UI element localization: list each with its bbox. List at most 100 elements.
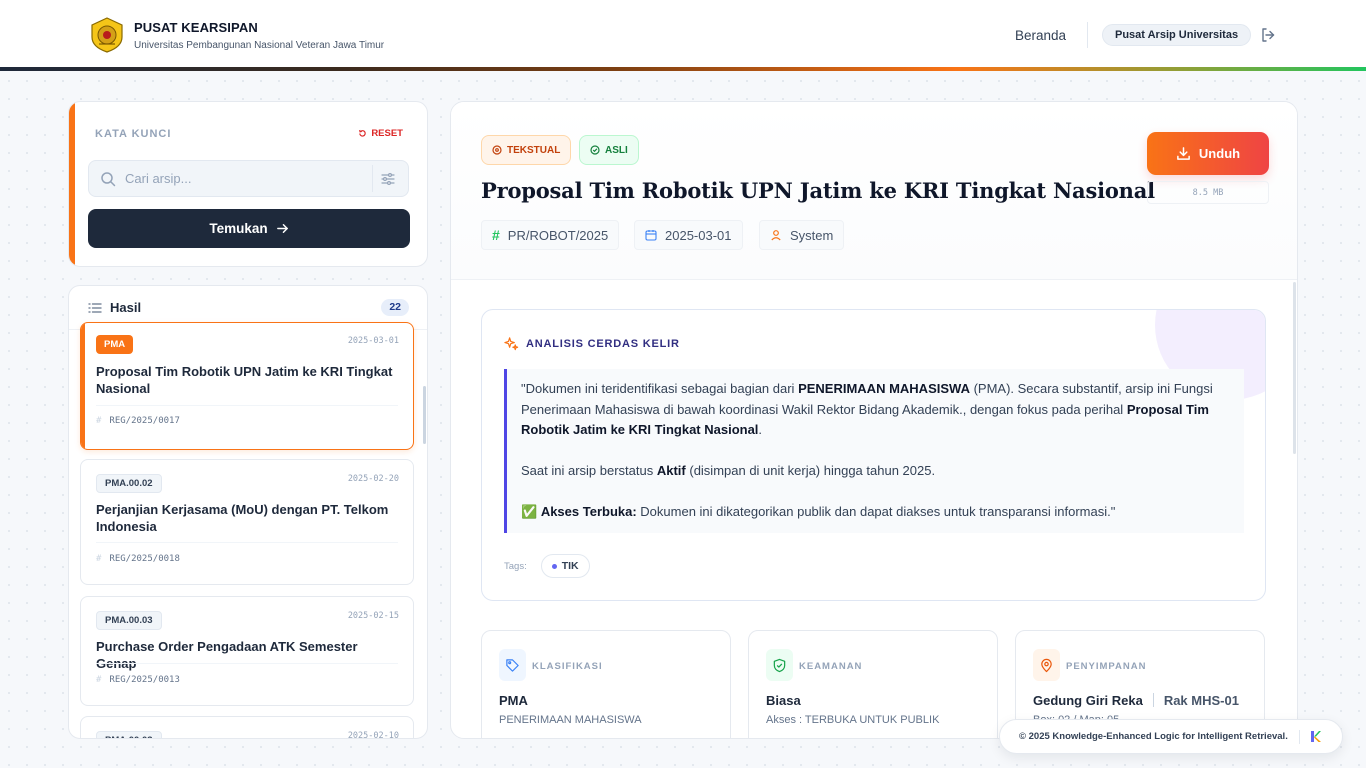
classification-card: KLASIFIKASI PMA PENERIMAAN MAHASISWA [481,630,731,738]
meta-code-value: PR/ROBOT/2025 [507,227,609,243]
keyword-label: KATA KUNCI [95,128,172,140]
security-label: KEAMANAN [799,661,863,672]
calendar-icon [645,230,657,241]
result-title: Purchase Order Pengadaan ATK Semester Ge… [96,639,358,671]
result-reg-number: REG/2025/0018 [109,554,180,564]
result-reg: # REG/2025/0013 [96,675,180,685]
detail-scrollbar[interactable] [1293,282,1296,454]
result-divider [96,542,398,543]
result-reg: # REG/2025/0017 [96,416,180,426]
arrow-right-icon [276,224,288,233]
search-card-accent [69,102,75,266]
analysis-bold: Aktif [656,463,686,478]
analysis-text: (disimpan di unit kerja) hingga tahun 20… [685,463,936,478]
user-icon [771,230,781,241]
nav-home-link[interactable]: Beranda [1015,28,1066,43]
storage-building: Gedung Giri Reka [1033,693,1143,708]
logout-icon[interactable] [1260,27,1276,43]
result-code-badge: PMA [96,335,134,354]
sliders-icon [380,172,395,185]
nav-divider [1087,22,1088,48]
result-title: Proposal Tim Robotik UPN Jatim ke KRI Ti… [96,364,393,396]
filter-button[interactable] [372,165,402,192]
result-date: 2025-02-10 [347,731,399,739]
analysis-title: ANALISIS CERDAS KELIR [504,336,680,351]
hash-icon: # [96,416,102,426]
results-count-badge: 22 [381,299,409,316]
result-code-badge: PMA.00.02 [96,474,162,493]
header-gradient-line [0,67,1366,71]
storage-label: PENYIMPANAN [1066,661,1147,672]
file-size: 8.5 MB [1147,181,1269,204]
hash-icon: # [96,554,102,564]
meta-date: 2025-03-01 [634,220,743,250]
analysis-quote: "Dokumen ini teridentifikasi sebagai bag… [504,369,1244,533]
result-item[interactable]: PMA.00.02 2025-02-20 Perjanjian Kerjasam… [80,459,414,585]
analysis-text: Dokumen ini dikategorikan publik dan dap… [636,504,1116,519]
result-title: Perjanjian Kerjasama (MoU) dengan PT. Te… [96,502,389,534]
search-field [88,160,409,197]
meta-code: # PR/ROBOT/2025 [481,220,620,250]
reset-icon [359,129,367,137]
shield-icon [766,649,793,681]
check-mark-emoji: ✅ [521,504,541,519]
brand-subtitle: Universitas Pembangunan Nasional Veteran… [134,40,385,51]
find-button-label: Temukan [209,221,268,236]
storage-value: Gedung Giri Reka Rak MHS-01 [1033,693,1239,708]
classification-value: PMA [499,693,528,708]
result-date: 2025-02-15 [347,611,399,621]
footer-divider [1298,729,1300,744]
result-item-active[interactable]: PMA 2025-03-01 Proposal Tim Robotik UPN … [80,322,414,450]
tag-label: TIK [561,560,579,572]
result-code-badge: PMA.00.03 [96,731,162,738]
download-button-label: Unduh [1198,146,1241,161]
result-item[interactable]: PMA.00.03 2025-02-10 [80,716,414,739]
analysis-card: ANALISIS CERDAS KELIR "Dokumen ini terid… [481,309,1266,601]
brand-title: PUSAT KEARSIPAN [134,20,258,35]
type-badge-label: TEKSTUAL [507,144,561,156]
results-scrollbar[interactable] [423,386,426,444]
analysis-text: . [758,422,763,437]
analysis-bold: Akses Terbuka: [540,504,637,519]
results-panel: Hasil 22 PMA 2025-03-01 Proposal Tim Rob… [68,285,428,739]
kelir-logo-icon[interactable] [1310,730,1321,743]
sparkles-icon [504,337,519,351]
top-navbar: PUSAT KEARSIPAN Universitas Pembangunan … [0,0,1366,68]
search-card: KATA KUNCI RESET Temukan [68,101,428,267]
storage-rack: Rak MHS-01 [1163,693,1239,708]
hash-icon: # [492,227,500,243]
status-badge: ASLI [579,135,639,165]
result-date: 2025-03-01 [347,336,399,346]
meta-author-value: System [790,227,834,243]
university-logo[interactable] [89,17,125,53]
reset-label: RESET [371,128,403,139]
tags-label: Tags: [504,560,527,572]
security-card: KEAMANAN Biasa Akses : TERBUKA UNTUK PUB… [748,630,998,738]
tag-chip[interactable]: TIK [540,554,590,578]
result-reg: # REG/2025/0018 [96,554,180,564]
list-icon [88,301,102,315]
analysis-title-label: ANALISIS CERDAS KELIR [526,337,680,350]
find-button[interactable]: Temukan [88,209,410,248]
search-icon [100,171,116,187]
tag-dot [551,563,557,569]
classification-label: KLASIFIKASI [532,661,603,672]
security-sub: Akses : TERBUKA UNTUK PUBLIK [766,714,940,726]
analysis-paragraph: ✅ Akses Terbuka: Dokumen ini dikategorik… [521,502,1230,523]
reset-button[interactable]: RESET [358,128,403,139]
footer-text: © 2025 Knowledge-Enhanced Logic for Inte… [1019,731,1288,742]
result-date: 2025-02-20 [347,474,399,484]
meta-author: System [759,220,845,250]
download-button[interactable]: Unduh [1147,132,1269,175]
storage-separator [1152,693,1154,707]
analysis-text: "Dokumen ini teridentifikasi sebagai bag… [521,381,799,396]
analysis-paragraph: Saat ini arsip berstatus Aktif (disimpan… [521,461,1230,482]
meta-date-value: 2025-03-01 [665,227,732,243]
map-pin-icon [1033,649,1060,681]
tag-icon [499,649,526,681]
hash-icon: # [96,675,102,685]
user-badge[interactable]: Pusat Arsip Universitas [1102,24,1252,46]
analysis-bold: PENERIMAAN MAHASISWA [798,381,970,396]
result-item[interactable]: PMA.00.03 2025-02-15 Purchase Order Peng… [80,596,414,706]
search-input[interactable] [125,161,365,196]
